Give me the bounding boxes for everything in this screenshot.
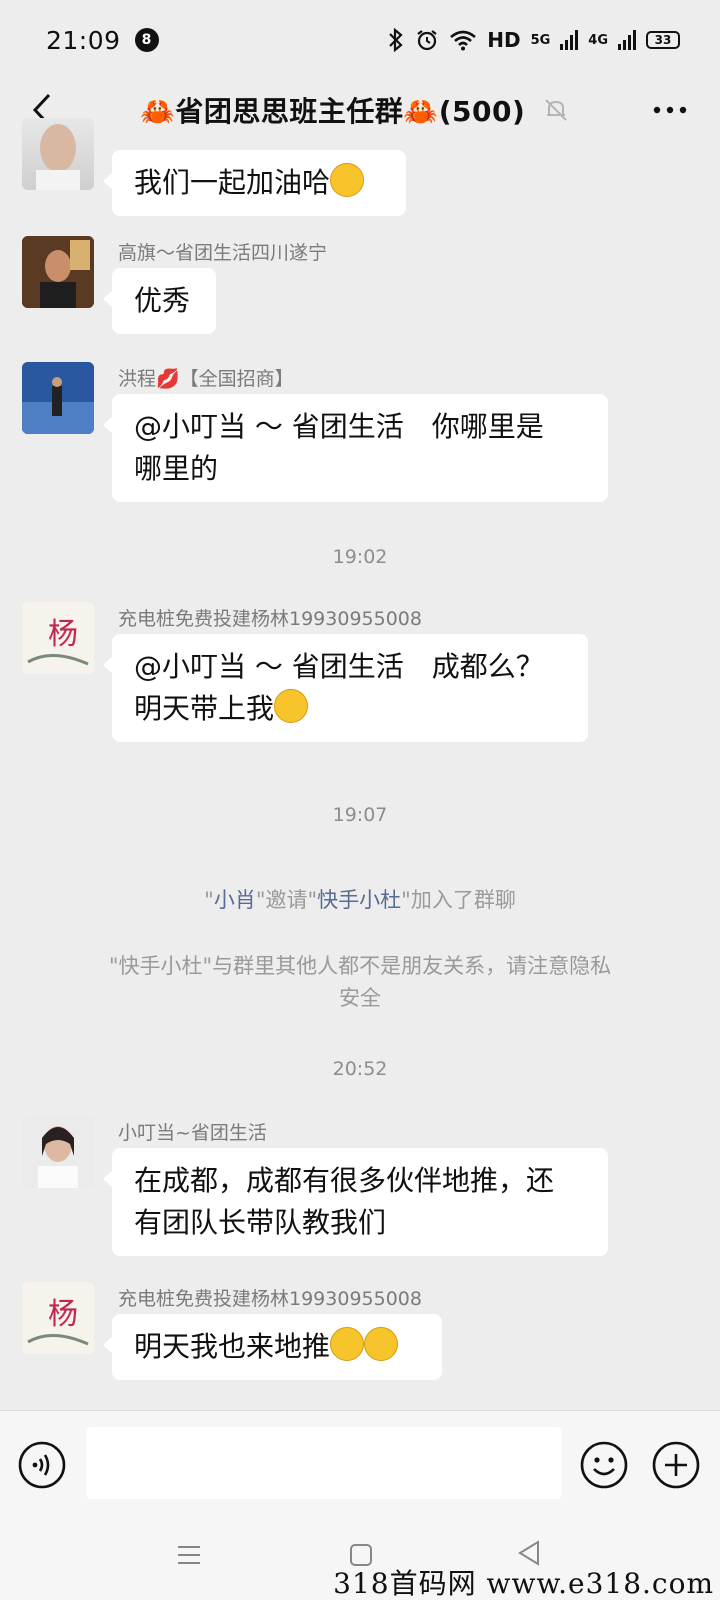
fist-emoji-icon [330,163,365,197]
sender-name: 充电桩免费投建杨林19930955008 [118,608,422,630]
chat-header: 🦀省团思思班主任群🦀(500) [0,80,720,140]
timestamp: 19:07 [332,804,388,826]
message-input[interactable] [86,1427,562,1499]
invitee-link[interactable]: 快手小杜 [317,888,401,912]
message-bubble[interactable]: 我们一起加油哈 [103,150,406,216]
input-bar [0,1410,720,1518]
bluetooth-icon [389,28,403,52]
system-warning-line: 安全 [339,986,381,1010]
message-text-line: 有团队长带队教我们 [134,1206,387,1239]
grin-emoji-icon [330,1327,365,1361]
avatar[interactable] [22,236,94,308]
status-icons: HD 5G 4G 33 [387,28,680,52]
message-text: 优秀 [134,284,191,317]
mute-bell-icon [545,99,567,121]
avatar[interactable]: 杨 [22,602,94,674]
more-options-button[interactable] [646,90,694,130]
menu-icon [178,1546,200,1564]
watermark-text: 318首码网 www.e318.com [333,1567,714,1600]
smiley-icon [580,1441,628,1489]
wifi-icon [450,30,477,51]
svg-text:杨: 杨 [48,617,78,652]
network-hd-label: HD [487,28,521,52]
signal-icon-2 [618,30,636,50]
system-nav-bar: 318首码网 www.e318.com [0,1518,720,1600]
battery-icon: 33 [646,31,680,49]
avatar[interactable] [22,362,94,434]
sender-name: 充电桩免费投建杨林19930955008 [118,1288,422,1310]
alarm-icon [417,30,437,51]
message-text-line: @小叮当 ～ 省团生活 成都么？ [134,650,544,683]
system-warning-line: "快手小杜"与群里其他人都不是朋友关系，请注意隐私 [108,954,612,978]
network-5g-label: 5G [530,32,551,48]
message-bubble[interactable]: @小叮当 ～ 省团生活 你哪里是 哪里的 [103,394,608,502]
voice-icon [18,1441,66,1489]
message-bubble[interactable]: @小叮当 ～ 省团生活 成都么？ 明天带上我 [103,634,588,742]
message-text: 我们一起加油哈 [134,166,331,199]
plus-icon [652,1441,700,1489]
network-4g-label: 4G [588,32,608,48]
message-bubble[interactable]: 优秀 [103,268,216,334]
chat-title: 🦀省团思思班主任群🦀(500) [140,95,526,128]
inviter-link[interactable]: 小肖 [214,888,256,912]
system-warning-message: "快手小杜"与群里其他人都不是朋友关系，请注意隐私 安全 [50,950,670,1014]
message-bubble[interactable]: 在成都，成都有很多伙伴地推，还 有团队长带队教我们 [103,1148,608,1256]
status-bar: 21:09 8 HD 5G 4G 33 [0,0,720,80]
sender-name: 高旗～省团生活四川遂宁 [118,242,328,264]
grin-emoji-icon [274,689,309,723]
status-time: 21:09 [46,25,121,55]
message-bubble[interactable]: 明天我也来地推 [103,1314,442,1380]
svg-text:杨: 杨 [48,1297,78,1332]
signal-icon [560,30,579,50]
more-dots-icon [653,106,687,114]
message-text: 明天我也来地推 [134,1330,331,1363]
avatar[interactable] [22,1116,94,1188]
timestamp: 20:52 [332,1058,388,1080]
grin-emoji-icon [364,1327,399,1361]
sender-name: 洪程💋【全国招商】 [118,368,294,390]
emoji-button[interactable] [580,1441,628,1489]
more-functions-button[interactable] [652,1441,700,1489]
title-group: 🦀省团思思班主任群🦀(500) [140,86,569,134]
message-text-line: @小叮当 ～ 省团生活 你哪里是 [134,410,544,443]
notification-badge: 8 [134,28,159,52]
timestamp: 19:02 [332,546,388,568]
message-text-line: 明天带上我 [134,692,275,725]
avatar[interactable]: 杨 [22,1282,94,1354]
system-invite-message: "小肖"邀请"快手小杜"加入了群聊 [204,888,516,912]
sender-name: 小叮当~省团生活 [118,1122,267,1144]
message-text-line: 哪里的 [134,452,219,485]
voice-input-button[interactable] [18,1441,66,1489]
avatar[interactable] [22,118,94,190]
message-text-line: 在成都，成都有很多伙伴地推，还 [134,1164,555,1197]
nav-recents-button[interactable] [174,1540,204,1570]
